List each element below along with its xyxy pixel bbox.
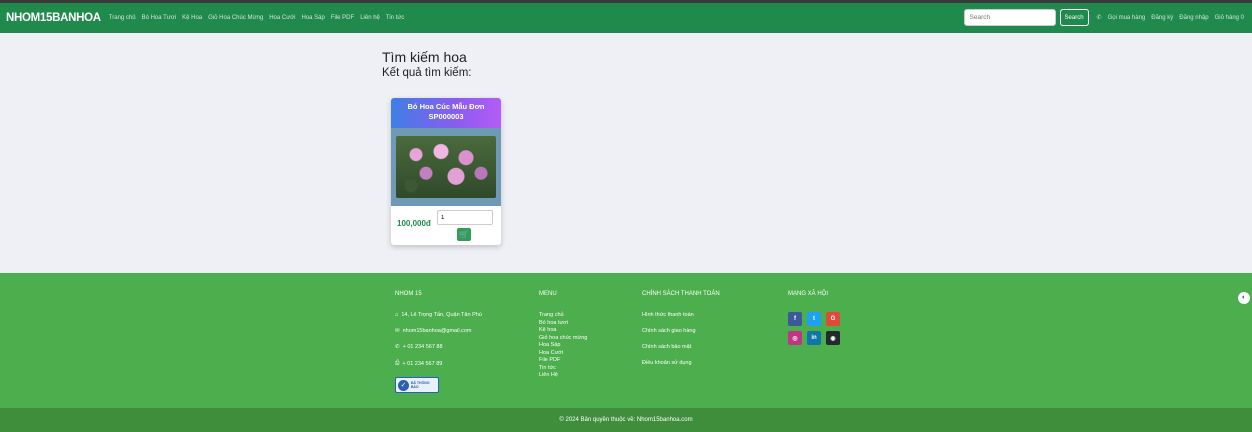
instagram-icon[interactable]: ◎ <box>788 331 802 345</box>
policy-link[interactable]: Hình thức thanh toán <box>642 312 720 318</box>
nav-link-news[interactable]: Tin tức <box>386 15 404 21</box>
fax-text: + 01 234 567 89 <box>402 360 443 367</box>
google-icon[interactable]: G <box>826 312 840 326</box>
accessibility-icon[interactable]: ◐ <box>1238 292 1250 304</box>
footer-menu-item[interactable]: Bó hoa tươi <box>539 320 587 328</box>
product-header[interactable]: Bó Hoa Cúc Mẫu Đơn SP000003 <box>391 98 501 128</box>
phone-text: + 01 234 567 88 <box>402 344 443 350</box>
footer-policy-title: CHÍNH SÁCH THANH TOÁN <box>642 291 720 297</box>
check-icon: ✓ <box>398 379 409 391</box>
register-link[interactable]: Đăng ký <box>1151 15 1173 21</box>
policy-link[interactable]: Điều khoản sử dụng <box>642 360 720 366</box>
phone-icon: ✆ <box>395 344 400 350</box>
product-card: Bó Hoa Cúc Mẫu Đơn SP000003 100,000đ 🛒 <box>391 98 501 245</box>
search-input[interactable] <box>963 9 1056 26</box>
mail-icon: ✉ <box>395 328 400 334</box>
footer-menu-item[interactable]: Trang chủ <box>539 312 587 320</box>
footer-contact-title: NHOM 15 <box>395 291 422 297</box>
nav-link-pdf[interactable]: File PDF <box>331 15 354 21</box>
nav-link-flower-stand[interactable]: Kệ Hoa <box>182 15 202 21</box>
top-navbar: NHOM15BANHOA Trang chủ Bó Hoa Tươi Kệ Ho… <box>0 0 1252 33</box>
quantity-input[interactable] <box>437 210 493 225</box>
footer-menu-title: MENU <box>539 291 557 297</box>
social-icons: f t G ◎ in ◉ <box>788 312 840 345</box>
email-text[interactable]: nhom15banhoa@gmail.com <box>403 328 472 334</box>
policy-link[interactable]: Chính sách bảo mật <box>642 344 720 350</box>
page-title: Tìm kiếm hoa <box>382 49 467 65</box>
footer-menu-item[interactable]: Giỏ hoa chúc mừng <box>539 335 587 343</box>
footer-contact: NHOM 15 ⌂ 14, Lê Trọng Tấn, Quận Tân Phú… <box>395 291 482 393</box>
results-label: Kết quả tìm kiếm: <box>382 67 472 79</box>
footer-menu-item[interactable]: Tin tức <box>539 365 587 373</box>
footer-menu-item[interactable]: Hoa Cưới <box>539 350 587 358</box>
github-icon[interactable]: ◉ <box>826 331 840 345</box>
product-image[interactable] <box>396 136 496 198</box>
badge-text: ĐÃ THÔNG BÁO <box>410 381 430 389</box>
home-icon: ⌂ <box>395 312 399 318</box>
copyright-bar: © 2024 Bản quyền thuộc về: Nhom15banhoa.… <box>0 408 1252 432</box>
linkedin-icon[interactable]: in <box>807 331 821 345</box>
nav-link-wedding[interactable]: Hoa Cưới <box>269 15 295 21</box>
footer-social-title: MẠNG XÃ HỘI <box>788 291 829 297</box>
add-to-cart-button[interactable]: 🛒 <box>457 228 471 241</box>
copyright-text: © 2024 Bản quyền thuộc về: Nhom15banhoa.… <box>559 417 693 423</box>
nav-link-congrats-basket[interactable]: Giỏ Hoa Chúc Mừng <box>208 15 263 21</box>
product-code: SP000003 <box>428 112 464 121</box>
footer-policy: CHÍNH SÁCH THANH TOÁN Hình thức thanh to… <box>642 291 720 376</box>
nav-link-contact[interactable]: Liên hệ <box>360 15 380 21</box>
footer-menu: MENU Trang chủ Bó hoa tươi Kệ hoa Giỏ ho… <box>539 291 587 380</box>
footer-menu-item[interactable]: Kệ hoa <box>539 327 587 335</box>
cart-link[interactable]: Giỏ hàng 0 <box>1215 15 1244 21</box>
footer-menu-item[interactable]: Liên Hệ <box>539 372 587 380</box>
product-name: Bó Hoa Cúc Mẫu Đơn <box>407 102 485 111</box>
main-content: Tìm kiếm hoa Kết quả tìm kiếm: <box>382 49 471 79</box>
footer-social: MẠNG XÃ HỘI f t G ◎ in ◉ <box>788 291 840 345</box>
login-link[interactable]: Đăng nhập <box>1179 15 1208 21</box>
facebook-icon[interactable]: f <box>788 312 802 326</box>
cart-icon: 🛒 <box>459 230 469 239</box>
policy-link[interactable]: Chính sách giao hàng <box>642 328 720 334</box>
footer-fax: ⎙ + 01 234 567 89 <box>395 360 482 367</box>
product-image-frame <box>391 128 501 206</box>
print-icon: ⎙ <box>395 360 400 366</box>
phone-icon: ✆ <box>1096 15 1102 21</box>
brand-logo[interactable]: NHOM15BANHOA <box>6 12 101 24</box>
footer-address: ⌂ 14, Lê Trọng Tấn, Quận Tân Phú <box>395 312 482 318</box>
call-to-buy-link[interactable]: Gọi mua hàng <box>1108 15 1146 21</box>
nav-link-home[interactable]: Trang chủ <box>109 15 136 21</box>
footer: NHOM 15 ⌂ 14, Lê Trọng Tấn, Quận Tân Phú… <box>0 273 1252 408</box>
nav-links: Trang chủ Bó Hoa Tươi Kệ Hoa Giỏ Hoa Chú… <box>109 15 405 21</box>
footer-email: ✉ nhom15banhoa@gmail.com <box>395 328 482 334</box>
footer-menu-item[interactable]: Hoa Sáp <box>539 342 587 350</box>
nav-right: Search ✆ Gọi mua hàng Đăng ký Đăng nhập … <box>963 9 1244 26</box>
twitter-icon[interactable]: t <box>807 312 821 326</box>
footer-menu-item[interactable]: File PDF <box>539 357 587 365</box>
product-price: 100,000đ <box>397 219 431 228</box>
search-button[interactable]: Search <box>1059 9 1089 26</box>
footer-phone: ✆ + 01 234 567 88 <box>395 344 482 350</box>
account-links: ✆ Gọi mua hàng Đăng ký Đăng nhập Giỏ hàn… <box>1096 14 1244 22</box>
nav-link-wax-flower[interactable]: Hoa Sáp <box>301 15 324 21</box>
nav-link-fresh-bouquet[interactable]: Bó Hoa Tươi <box>142 15 177 21</box>
address-text: 14, Lê Trọng Tấn, Quận Tân Phú <box>401 312 482 318</box>
registered-badge[interactable]: ✓ ĐÃ THÔNG BÁO <box>395 377 439 393</box>
product-footer: 100,000đ 🛒 <box>391 206 501 245</box>
